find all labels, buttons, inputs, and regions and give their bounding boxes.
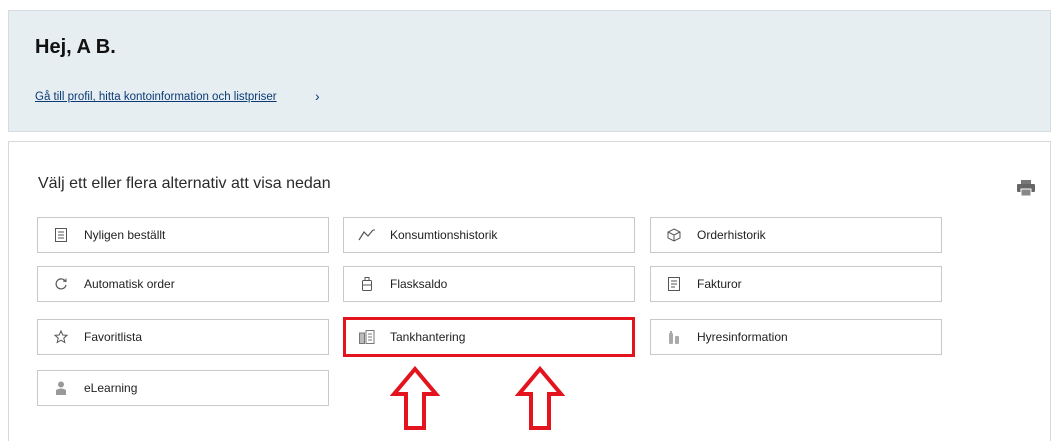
document-list-icon xyxy=(38,228,84,242)
option-elearning[interactable]: eLearning xyxy=(37,370,329,406)
option-label: Orderhistorik xyxy=(697,228,766,242)
option-label: Fakturor xyxy=(697,277,742,291)
chevron-right-icon[interactable]: › xyxy=(315,88,320,104)
option-orderhistorik[interactable]: Orderhistorik xyxy=(650,217,942,253)
option-label: Favoritlista xyxy=(84,330,143,344)
option-konsumtionshistorik[interactable]: Konsumtionshistorik xyxy=(343,217,635,253)
options-heading: Välj ett eller flera alternativ att visa… xyxy=(38,175,331,192)
tank-icon xyxy=(344,330,390,344)
option-label: Hyresinformation xyxy=(697,330,788,344)
cylinder-icon xyxy=(651,330,697,344)
option-tankhantering[interactable]: Tankhantering xyxy=(343,319,635,355)
option-label: Konsumtionshistorik xyxy=(390,228,498,242)
option-hyresinformation[interactable]: Hyresinformation xyxy=(650,319,942,355)
arrow-up-icon xyxy=(390,366,440,430)
option-label: Nyligen beställt xyxy=(84,228,166,242)
print-icon[interactable] xyxy=(1016,179,1036,197)
learner-icon xyxy=(38,381,84,395)
option-nyligen-bestallt[interactable]: Nyligen beställt xyxy=(37,217,329,253)
greeting-title: Hej, A B. xyxy=(35,36,116,58)
greeting-panel: Hej, A B. Gå till profil, hitta kontoinf… xyxy=(8,10,1051,132)
option-label: eLearning xyxy=(84,381,138,395)
arrow-up-icon xyxy=(515,366,565,430)
option-fakturor[interactable]: Fakturor xyxy=(650,266,942,302)
option-automatisk-order[interactable]: Automatisk order xyxy=(37,266,329,302)
bottle-icon xyxy=(344,277,390,291)
option-favoritlista[interactable]: Favoritlista xyxy=(37,319,329,355)
option-label: Flasksaldo xyxy=(390,277,448,291)
option-label: Tankhantering xyxy=(390,330,466,344)
invoice-icon xyxy=(651,277,697,291)
star-icon xyxy=(38,330,84,344)
usage-icon xyxy=(344,229,390,241)
option-label: Automatisk order xyxy=(84,277,175,291)
profile-link[interactable]: Gå till profil, hitta kontoinformation o… xyxy=(35,91,277,103)
option-flasksaldo[interactable]: Flasksaldo xyxy=(343,266,635,302)
refresh-icon xyxy=(38,277,84,291)
package-icon xyxy=(651,228,697,242)
